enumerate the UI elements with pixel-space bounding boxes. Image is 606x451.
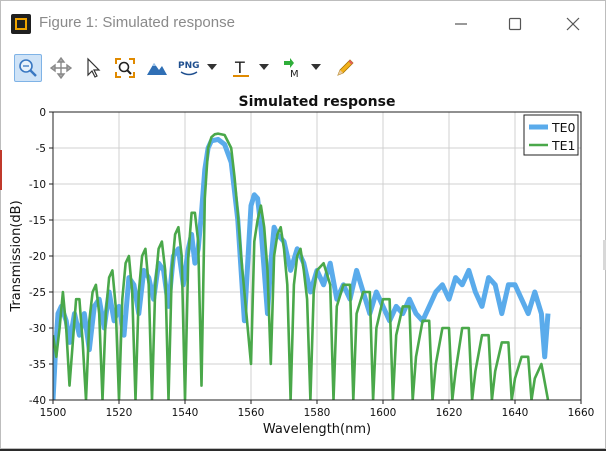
text-tool-dropdown[interactable]: [255, 54, 273, 80]
x-axis-label: Wavelength(nm): [263, 422, 371, 437]
chevron-down-icon: [259, 64, 269, 70]
minimize-button[interactable]: [439, 9, 483, 39]
x-tick-label: 1600: [370, 407, 397, 419]
chevron-down-icon: [311, 64, 321, 70]
x-tick-label: 1560: [238, 407, 265, 419]
png-icon: PNG: [178, 61, 200, 76]
legend-label-te1: TE1: [551, 138, 576, 153]
app-icon: [11, 14, 31, 34]
series-line-te0: [53, 136, 551, 400]
export-png-dropdown[interactable]: [203, 54, 221, 80]
pointer-icon: [87, 57, 101, 78]
background-window-edge: [0, 150, 2, 190]
y-tick-label: -30: [29, 323, 46, 335]
text-tool-button[interactable]: T: [227, 54, 255, 82]
legend: TE0TE1: [523, 114, 579, 156]
title-bar[interactable]: Figure 1: Simulated response: [1, 1, 605, 46]
toolbar: PNG T M: [1, 46, 605, 88]
close-button[interactable]: [551, 9, 595, 39]
pencil-icon: [337, 59, 354, 76]
maximize-icon: [508, 17, 522, 31]
x-tick-label: 1640: [502, 407, 529, 419]
zoom-icon: [19, 59, 37, 77]
pan-icon: [50, 57, 72, 79]
x-tick-label: 1620: [436, 407, 463, 419]
y-tick-label: 0: [39, 107, 46, 119]
y-tick-label: -25: [29, 287, 46, 299]
plot-area[interactable]: 1500 1520 1540 1560 1580 1600 1620 1640 1660 0 -5 -…: [1, 89, 605, 447]
y-tick-label: -10: [29, 179, 46, 191]
select-tool-button[interactable]: [79, 54, 107, 82]
svg-text:T: T: [234, 58, 245, 77]
zoom-extents-icon: [115, 58, 135, 78]
maximize-button[interactable]: [493, 9, 537, 39]
series-line-te1: [53, 132, 550, 400]
y-tick-label: -40: [29, 395, 46, 407]
chart-svg[interactable]: 1500 1520 1540 1560 1580 1600 1620 1640 1660 0 -5 -…: [1, 89, 605, 447]
pan-tool-button[interactable]: [47, 54, 75, 82]
y-tick-label: -15: [29, 215, 46, 227]
chevron-down-icon: [207, 64, 217, 70]
mountain-icon: [147, 63, 167, 75]
y-tick-label: -35: [29, 359, 46, 371]
legend-label-te0: TE0: [551, 120, 576, 135]
x-tick-label: 1660: [568, 407, 595, 419]
marker-tool-dropdown[interactable]: [307, 54, 325, 80]
window-title: Figure 1: Simulated response: [39, 14, 235, 31]
svg-text:M: M: [290, 69, 299, 79]
close-icon: [566, 17, 580, 31]
marker-icon: M: [284, 58, 299, 79]
grid-lines: [52, 111, 582, 401]
view-3d-tool-button[interactable]: [143, 54, 171, 82]
x-tick-label: 1500: [40, 407, 67, 419]
y-tick-label: -5: [36, 143, 46, 155]
y-axis-label: Transmission(dB): [9, 200, 24, 312]
x-tick-label: 1580: [304, 407, 331, 419]
figure-window: Figure 1: Simulated response PNG T M 150…: [0, 0, 606, 449]
x-tick-label: 1540: [172, 407, 199, 419]
x-tick-label: 1520: [106, 407, 133, 419]
y-tick-label: -20: [29, 251, 46, 263]
chart-title: Simulated response: [239, 94, 396, 110]
marker-tool-button[interactable]: M: [279, 54, 307, 82]
zoom-extents-tool-button[interactable]: [111, 54, 139, 82]
zoom-tool-button[interactable]: [14, 54, 42, 82]
export-png-tool-button[interactable]: PNG: [175, 54, 203, 82]
minimize-icon: [455, 23, 467, 25]
pencil-tool-button[interactable]: [331, 54, 359, 82]
text-t-icon: T: [233, 58, 249, 77]
svg-text:PNG: PNG: [178, 61, 200, 71]
